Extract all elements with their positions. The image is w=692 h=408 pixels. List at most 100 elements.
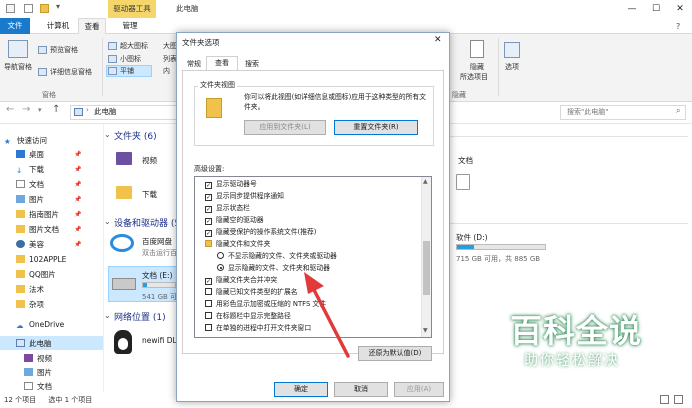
radio-selected[interactable] [217, 264, 224, 271]
maximize-button[interactable]: ☐ [644, 0, 668, 18]
baidu-cloud-icon[interactable] [110, 234, 134, 252]
nav-item-beauty[interactable]: 美容 📌 [16, 238, 81, 251]
advanced-setting-row[interactable]: ✓ 显示状态栏 [205, 203, 250, 213]
pin-icon[interactable]: 📌 [74, 178, 81, 191]
nav-onedrive[interactable]: ☁ OneDrive [16, 318, 64, 331]
advanced-setting-row[interactable]: 在单独的进程中打开文件夹窗口 [205, 323, 311, 333]
properties-icon[interactable] [24, 4, 33, 13]
cancel-button[interactable]: 取消 [334, 382, 388, 397]
advanced-setting-row[interactable]: 隐藏文件和文件夹 [205, 239, 270, 249]
nav-item-misc[interactable]: 杂项 [16, 298, 44, 311]
folder-download-label[interactable]: 下载 [142, 189, 157, 200]
advanced-setting-row[interactable]: ✓ 隐藏文件夹合并冲突 [205, 275, 277, 285]
qat-dropdown-icon[interactable]: ▾ [56, 2, 60, 11]
video-folder-icon[interactable] [116, 152, 132, 165]
layout-content[interactable]: 内 [163, 66, 170, 76]
nav-item-picture-docs[interactable]: 图片文档 📌 [16, 223, 81, 236]
search-input[interactable]: 搜索"此电脑" [560, 105, 686, 120]
details-pane-button[interactable]: 详细信息窗格 [50, 67, 92, 77]
checkbox-checked[interactable]: ✓ [205, 278, 212, 285]
layout-large-icons[interactable]: 大图 [163, 41, 177, 51]
checkbox[interactable] [205, 324, 212, 331]
collapse-chevron-icon[interactable]: ⌄ [104, 217, 111, 226]
nav-item-documents[interactable]: 文档 📌 [16, 178, 81, 191]
tab-computer[interactable]: 计算机 [40, 18, 76, 34]
pin-icon[interactable]: 📌 [74, 148, 81, 161]
nav-item-qq-pictures[interactable]: QQ图片 [16, 268, 56, 281]
tab-file[interactable]: 文件 [0, 18, 30, 34]
hide-selected-label2[interactable]: 所选项目 [460, 72, 488, 82]
forward-arrow-icon[interactable]: → [22, 104, 30, 115]
nav-pc-pictures[interactable]: 图片 [24, 366, 52, 379]
advanced-setting-row[interactable]: ✓ 显示驱动器号 [205, 179, 257, 189]
nav-this-pc[interactable]: 此电脑 [16, 337, 52, 350]
drives-section-header[interactable]: 设备和驱动器 (5 [114, 216, 180, 229]
back-arrow-icon[interactable]: ← [6, 104, 14, 115]
network-item-label[interactable]: newifi DL [142, 336, 177, 345]
layout-list[interactable]: 列表 [163, 54, 177, 64]
up-arrow-icon[interactable]: ↑ [52, 104, 60, 115]
tree-scrollbar-thumb[interactable] [423, 241, 430, 295]
close-button[interactable]: ✕ [668, 0, 692, 18]
dialog-tab-view[interactable]: 查看 [206, 56, 238, 71]
drive-d-label[interactable]: 软件 (D:) [456, 232, 488, 243]
tiles-view-icon[interactable] [674, 395, 683, 404]
layout-tiles[interactable]: 平铺 [120, 66, 134, 76]
checkbox-checked[interactable]: ✓ [205, 218, 212, 225]
scroll-up-icon[interactable]: ▲ [423, 178, 428, 185]
pin-icon[interactable]: 📌 [74, 238, 81, 251]
options-button[interactable]: 选项 [505, 62, 519, 72]
reset-folders-button[interactable]: 重置文件夹(R) [334, 120, 418, 135]
nav-item-magic[interactable]: 法术 [16, 283, 44, 296]
nav-item-desktop[interactable]: 桌面 📌 [16, 148, 81, 161]
nav-pane-button[interactable]: 导航窗格 [4, 62, 32, 72]
baidu-drive-label[interactable]: 百度网盘 [142, 236, 172, 247]
nav-quick-access[interactable]: ★ 快速访问 [4, 134, 47, 147]
minimize-button[interactable]: — [620, 0, 644, 18]
network-section-header[interactable]: 网络位置 (1) [114, 310, 166, 323]
tab-manage[interactable]: 管理 [112, 18, 148, 34]
checkbox-checked[interactable]: ✓ [205, 182, 212, 189]
dialog-close-button[interactable]: ✕ [434, 35, 442, 45]
nav-item-102apple[interactable]: 102APPLE [16, 253, 66, 266]
collapse-chevron-icon[interactable]: ⌄ [104, 311, 111, 320]
help-icon[interactable]: ? [676, 22, 680, 31]
scroll-down-icon[interactable]: ▼ [423, 327, 428, 334]
download-folder-icon[interactable] [116, 186, 132, 199]
collapse-chevron-icon[interactable]: ⌄ [104, 130, 111, 139]
apply-button[interactable]: 应用(A) [394, 382, 444, 397]
hide-selected-label[interactable]: 隐藏 [470, 62, 484, 72]
details-view-icon[interactable] [660, 395, 669, 404]
radio[interactable] [217, 252, 224, 259]
options-icon[interactable] [504, 42, 520, 58]
preview-pane-button[interactable]: 预览窗格 [50, 45, 78, 55]
tab-view[interactable]: 查看 [78, 18, 106, 34]
folder-documents-label[interactable]: 文档 [458, 155, 473, 166]
nav-pane-icon[interactable] [8, 40, 28, 58]
advanced-setting-row[interactable]: ✓ 隐藏受保护的操作系统文件(推荐) [205, 227, 316, 237]
drive-e-label[interactable]: 文档 (E:) [142, 270, 173, 281]
nav-item-guide-pictures[interactable]: 指南图片 📌 [16, 208, 81, 221]
breadcrumb-this-pc[interactable]: 此电脑 [94, 106, 117, 117]
advanced-setting-row[interactable]: ✓ 显示同步提供程序通知 [205, 191, 284, 201]
checkbox-checked[interactable]: ✓ [205, 194, 212, 201]
search-icon[interactable]: ⌕ [676, 106, 680, 116]
checkbox-checked[interactable]: ✓ [205, 206, 212, 213]
nav-pc-videos[interactable]: 视频 [24, 352, 52, 365]
layout-extra-large-icons[interactable]: 超大图标 [120, 41, 148, 51]
pin-icon[interactable]: 📌 [74, 208, 81, 221]
layout-small-icons[interactable]: 小图标 [120, 54, 141, 64]
recent-dropdown-icon[interactable]: ▾ [38, 106, 42, 114]
nav-item-pictures[interactable]: 图片 📌 [16, 193, 81, 206]
advanced-setting-row[interactable]: 隐藏已知文件类型的扩展名 [205, 287, 298, 297]
pin-icon[interactable]: 📌 [74, 163, 81, 176]
advanced-setting-row[interactable]: ✓ 隐藏空的驱动器 [205, 215, 264, 225]
checkbox[interactable] [205, 312, 212, 319]
new-folder-icon[interactable] [40, 4, 49, 13]
pin-icon[interactable]: 📌 [74, 223, 81, 236]
folder-video-label[interactable]: 视频 [142, 155, 157, 166]
apply-to-folders-button[interactable]: 应用到文件夹(L) [244, 120, 326, 135]
checkbox[interactable] [205, 288, 212, 295]
pin-icon[interactable]: 📌 [74, 193, 81, 206]
nav-item-downloads[interactable]: ↓ 下载 📌 [16, 163, 81, 176]
